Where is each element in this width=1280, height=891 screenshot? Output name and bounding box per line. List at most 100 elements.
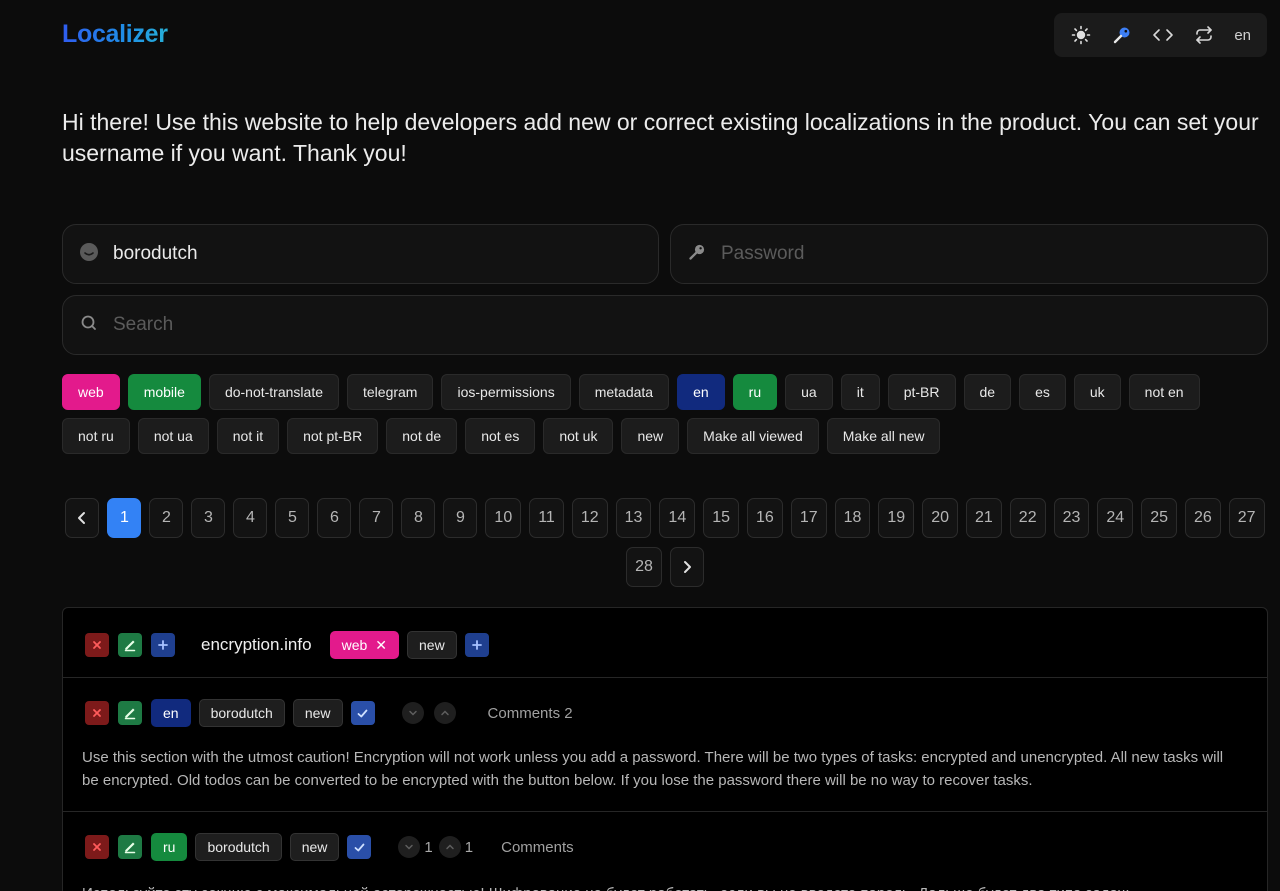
- edit-variant-button[interactable]: [118, 835, 142, 859]
- tag-filter[interactable]: not ua: [137, 418, 209, 454]
- next-page-button[interactable]: [669, 547, 704, 587]
- make-all-new-button[interactable]: Make all new: [826, 418, 941, 454]
- tag-filter[interactable]: do-not-translate: [208, 374, 339, 410]
- page-button[interactable]: 25: [1141, 498, 1177, 538]
- comments-link[interactable]: Comments: [501, 839, 574, 856]
- tag-filter[interactable]: new: [621, 418, 680, 454]
- upvote-button[interactable]: [438, 836, 461, 858]
- page-button[interactable]: 11: [529, 498, 564, 538]
- page-button[interactable]: 18: [834, 498, 871, 538]
- page-button[interactable]: 23: [1053, 498, 1090, 538]
- tag-filter[interactable]: not it: [216, 418, 280, 454]
- tag-filter[interactable]: not en: [1128, 374, 1200, 410]
- tag-filter[interactable]: not uk: [543, 418, 614, 454]
- page-button[interactable]: 17: [790, 498, 827, 538]
- chevron-down-icon: [408, 710, 417, 716]
- delete-variant-button[interactable]: [85, 701, 109, 725]
- comments-link[interactable]: Comments 2: [488, 705, 573, 722]
- key-icon[interactable]: [1111, 24, 1133, 46]
- tag-filter[interactable]: mobile: [127, 374, 201, 410]
- tag-filter[interactable]: en: [677, 374, 725, 410]
- check-icon: [354, 843, 365, 851]
- page-button[interactable]: 15: [703, 498, 740, 538]
- chevron-right-icon: [683, 561, 691, 573]
- page-button[interactable]: 20: [922, 498, 958, 538]
- chevron-left-icon: [78, 512, 86, 524]
- vote-controls: 1 1: [398, 836, 479, 858]
- page-button[interactable]: 22: [1009, 498, 1046, 538]
- upvote-button[interactable]: [433, 702, 456, 724]
- mark-viewed-button[interactable]: [347, 835, 372, 859]
- tag-filter[interactable]: not es: [465, 418, 536, 454]
- code-icon[interactable]: [1152, 24, 1174, 46]
- intro-text: Hi there! Use this website to help devel…: [62, 109, 1259, 166]
- variant-text: Используйте эту секцию с максимальной ос…: [82, 882, 1242, 891]
- add-tag-button[interactable]: [464, 633, 489, 657]
- edit-variant-button[interactable]: [118, 701, 142, 725]
- edit-key-button[interactable]: [118, 633, 142, 657]
- edit-icon: [124, 842, 136, 854]
- variant-text: Use this section with the utmost caution…: [82, 749, 1224, 789]
- close-icon[interactable]: ✕: [375, 637, 387, 654]
- page-button[interactable]: 4: [233, 498, 268, 538]
- add-variant-button[interactable]: [151, 633, 175, 657]
- edit-icon: [124, 640, 136, 652]
- variant-row: ru borodutch new 1 1 Comments Используйт…: [63, 812, 1267, 891]
- page-button[interactable]: 13: [615, 498, 652, 538]
- page-button[interactable]: 27: [1228, 498, 1265, 538]
- tag-filter[interactable]: not pt-BR: [287, 418, 379, 454]
- page-button[interactable]: 1: [107, 498, 142, 538]
- tag-filter[interactable]: ios-permissions: [441, 374, 571, 410]
- tag-filter[interactable]: es: [1019, 374, 1066, 410]
- tag-filter[interactable]: not de: [386, 418, 458, 454]
- page-button[interactable]: 19: [878, 498, 915, 538]
- username-input[interactable]: [113, 243, 658, 265]
- downvote-button[interactable]: [401, 702, 424, 724]
- key-tag-chip[interactable]: web ✕: [329, 631, 399, 659]
- page-button[interactable]: 5: [275, 498, 310, 538]
- chevron-down-icon: [405, 844, 414, 850]
- page-button[interactable]: 7: [359, 498, 394, 538]
- page-button[interactable]: 14: [659, 498, 696, 538]
- page-button[interactable]: 28: [626, 547, 662, 587]
- key-tag-label: web: [341, 637, 368, 653]
- make-all-viewed-button[interactable]: Make all viewed: [687, 418, 819, 454]
- page-button[interactable]: 26: [1184, 498, 1221, 538]
- tag-filter[interactable]: telegram: [347, 374, 434, 410]
- mark-viewed-button[interactable]: [350, 701, 375, 725]
- page-button[interactable]: 24: [1097, 498, 1134, 538]
- search-input[interactable]: [113, 314, 1267, 336]
- tag-filter[interactable]: it: [840, 374, 880, 410]
- tag-filter[interactable]: metadata: [578, 374, 670, 410]
- language-switch[interactable]: en: [1234, 27, 1251, 44]
- tag-filter[interactable]: uk: [1073, 374, 1121, 410]
- page-button[interactable]: 2: [149, 498, 184, 538]
- page-button[interactable]: 16: [747, 498, 783, 538]
- page-button[interactable]: 8: [401, 498, 436, 538]
- delete-key-button[interactable]: [85, 633, 109, 657]
- tag-filter[interactable]: web: [62, 374, 120, 410]
- page-button[interactable]: 6: [317, 498, 352, 538]
- tag-filter[interactable]: ua: [785, 374, 833, 410]
- close-icon: [93, 709, 101, 717]
- password-input[interactable]: [721, 243, 1267, 265]
- tag-filter[interactable]: ru: [732, 374, 778, 410]
- prev-page-button[interactable]: [65, 498, 100, 538]
- page-button[interactable]: 9: [443, 498, 478, 538]
- tag-filter[interactable]: de: [963, 374, 1012, 410]
- sun-icon[interactable]: [1070, 24, 1092, 46]
- page-button[interactable]: 12: [571, 498, 608, 538]
- variant-language: en: [151, 699, 191, 727]
- vote-controls: [401, 702, 466, 724]
- page-button[interactable]: 10: [485, 498, 522, 538]
- tag-filter[interactable]: pt-BR: [887, 374, 956, 410]
- page-button[interactable]: 3: [191, 498, 226, 538]
- downvote-button[interactable]: [398, 836, 421, 858]
- variant-status: new: [292, 699, 343, 727]
- page-button[interactable]: 21: [966, 498, 1002, 538]
- key-tag-chip[interactable]: new: [407, 631, 457, 659]
- tag-filter[interactable]: not ru: [62, 418, 130, 454]
- repeat-icon[interactable]: [1193, 24, 1215, 46]
- delete-variant-button[interactable]: [85, 835, 109, 859]
- password-field: [670, 224, 1268, 284]
